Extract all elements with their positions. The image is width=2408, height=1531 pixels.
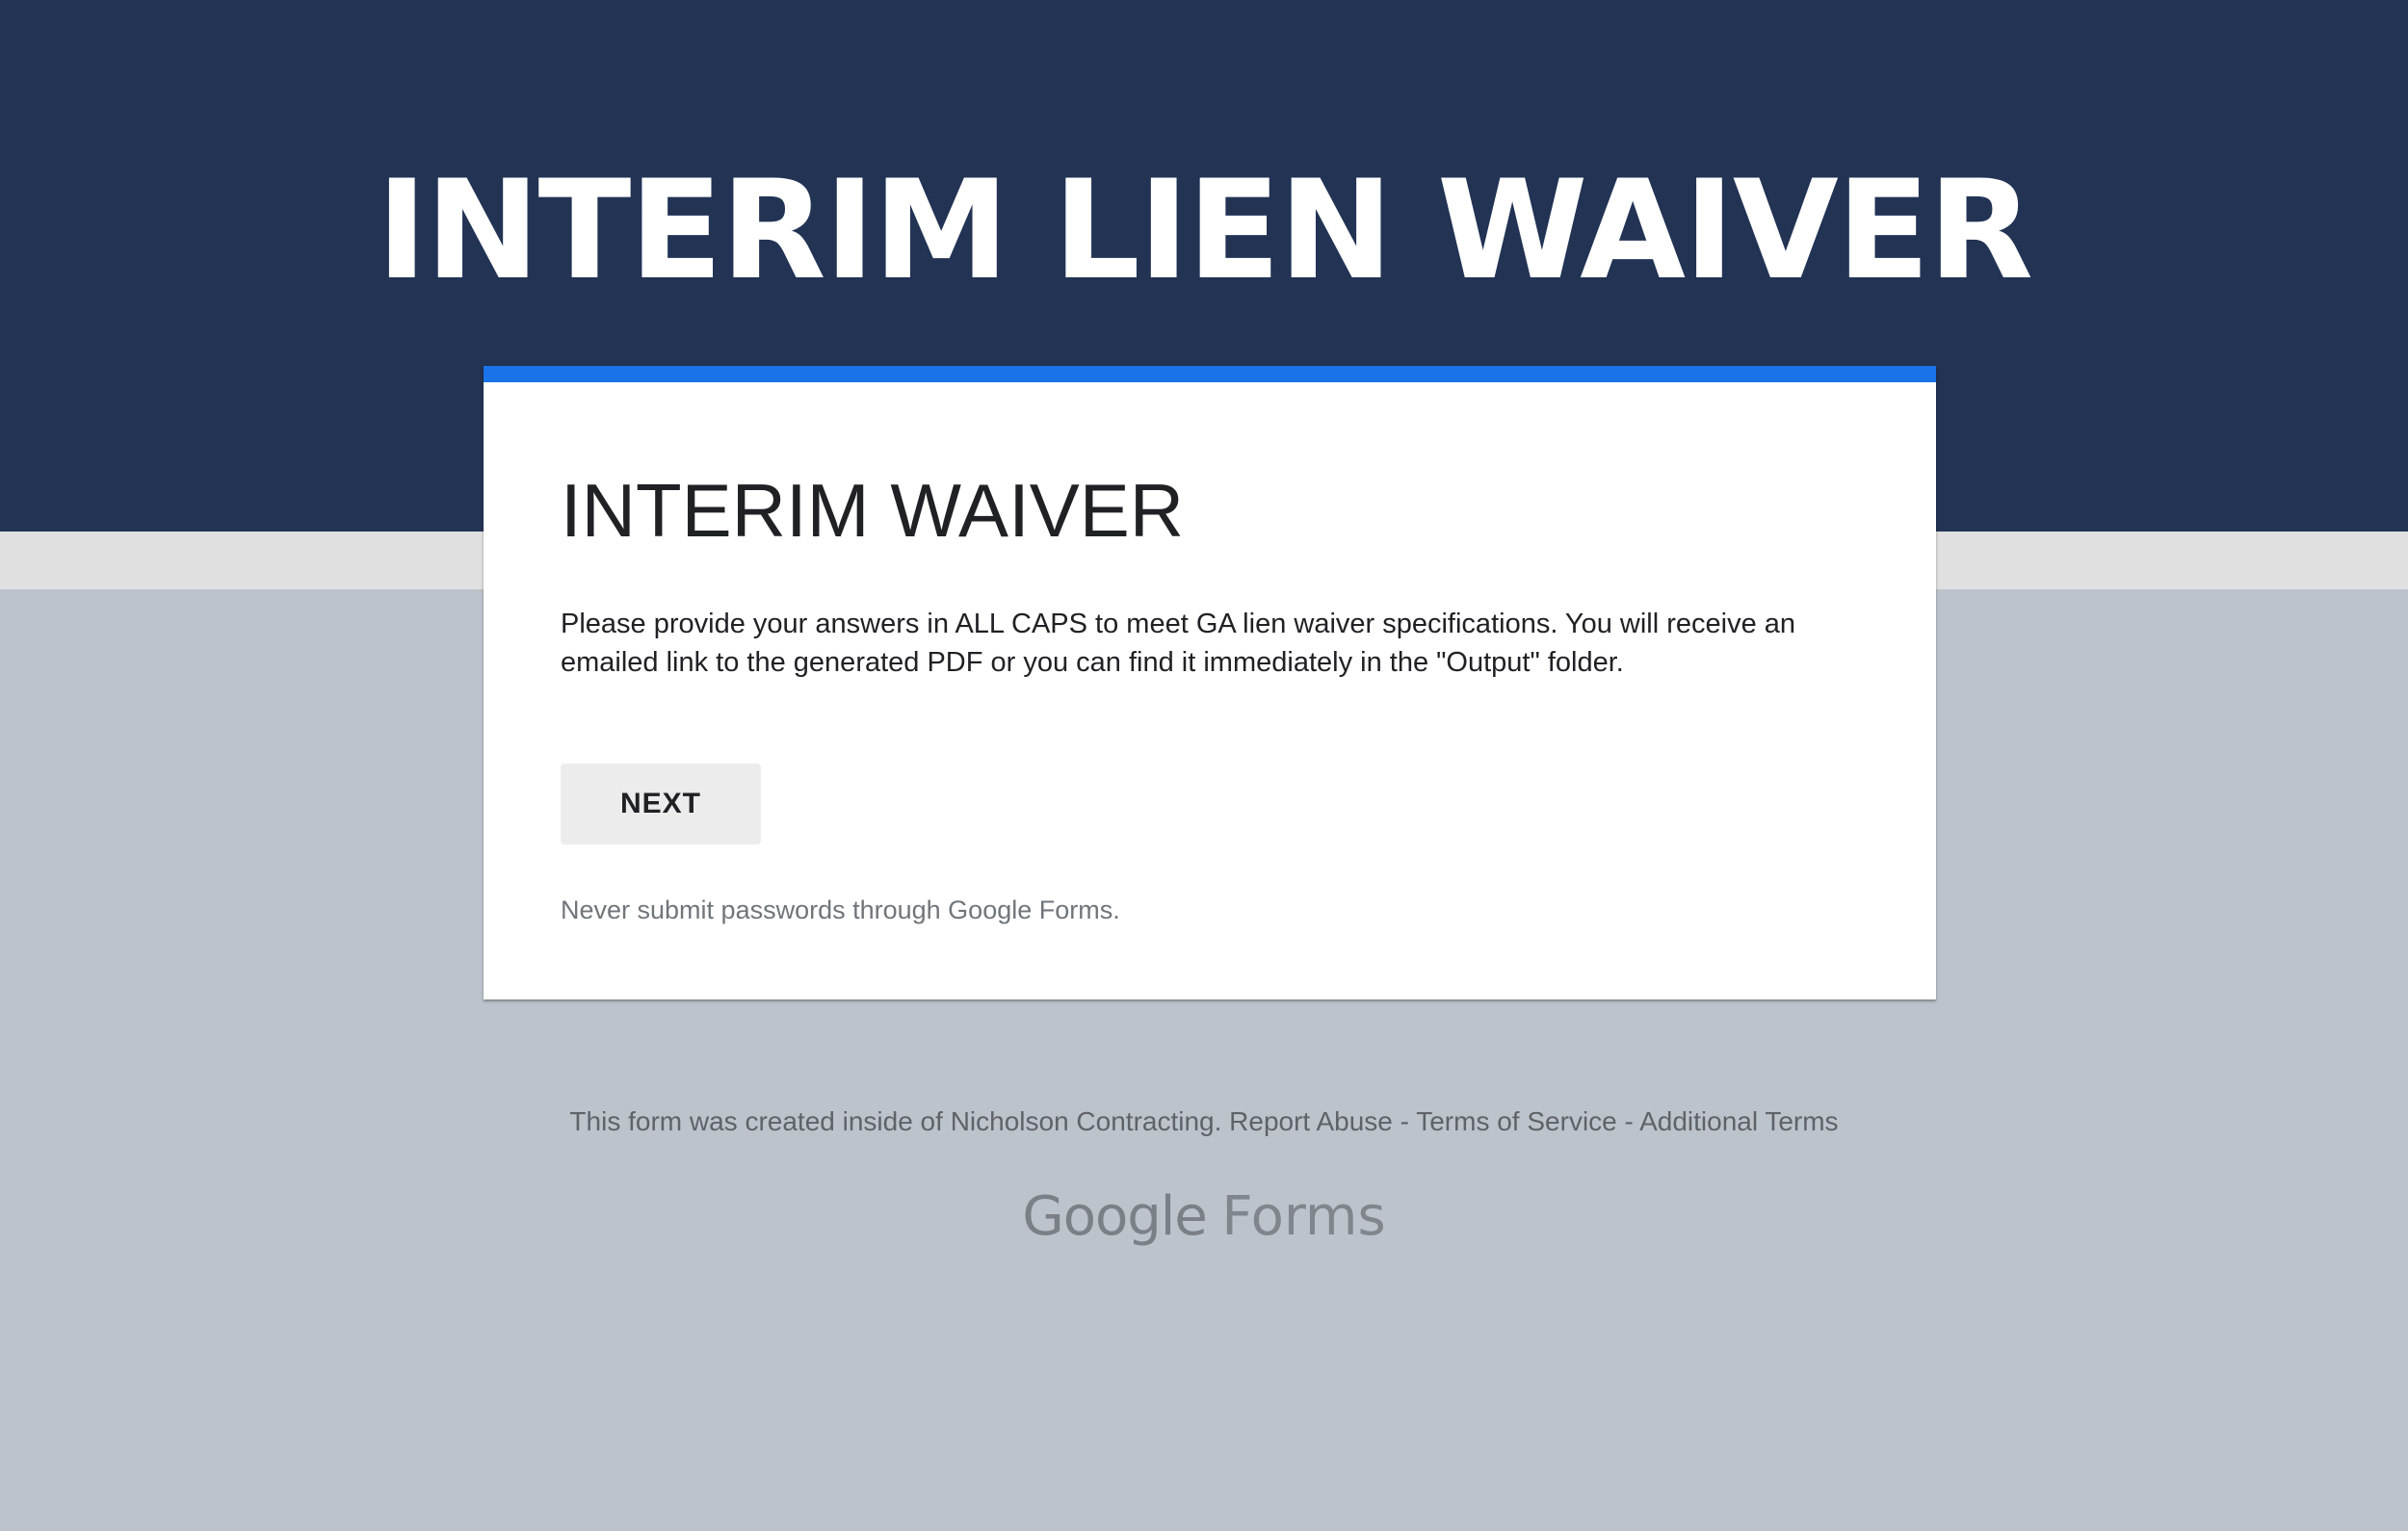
terms-of-service-link[interactable]: Terms of Service [1416,1106,1617,1136]
footer: This form was created inside of Nicholso… [0,1103,2408,1141]
google-wordmark: Google [1022,1185,1207,1248]
report-abuse-link[interactable]: Report Abuse [1229,1106,1393,1136]
password-warning: Never submit passwords through Google Fo… [561,895,1120,924]
banner-title: INTERIM LIEN WAIVER [376,151,2033,310]
form-card-accent-bar [484,366,1936,382]
form-title: INTERIM WAIVER [561,468,1185,553]
form-description: Please provide your answers in ALL CAPS … [561,609,1796,678]
next-button[interactable]: NEXT [561,764,761,844]
footer-created-text: This form was created inside of Nicholso… [569,1106,1222,1136]
footer-separator: - [1624,1106,1634,1136]
additional-terms-link[interactable]: Additional Terms [1639,1106,1838,1136]
forms-wordmark: Forms [1221,1185,1386,1248]
footer-separator: - [1400,1106,1409,1136]
google-forms-logo[interactable]: Google Forms [0,1182,2408,1251]
form-card: INTERIM WAIVER Please provide your answe… [484,366,1936,999]
